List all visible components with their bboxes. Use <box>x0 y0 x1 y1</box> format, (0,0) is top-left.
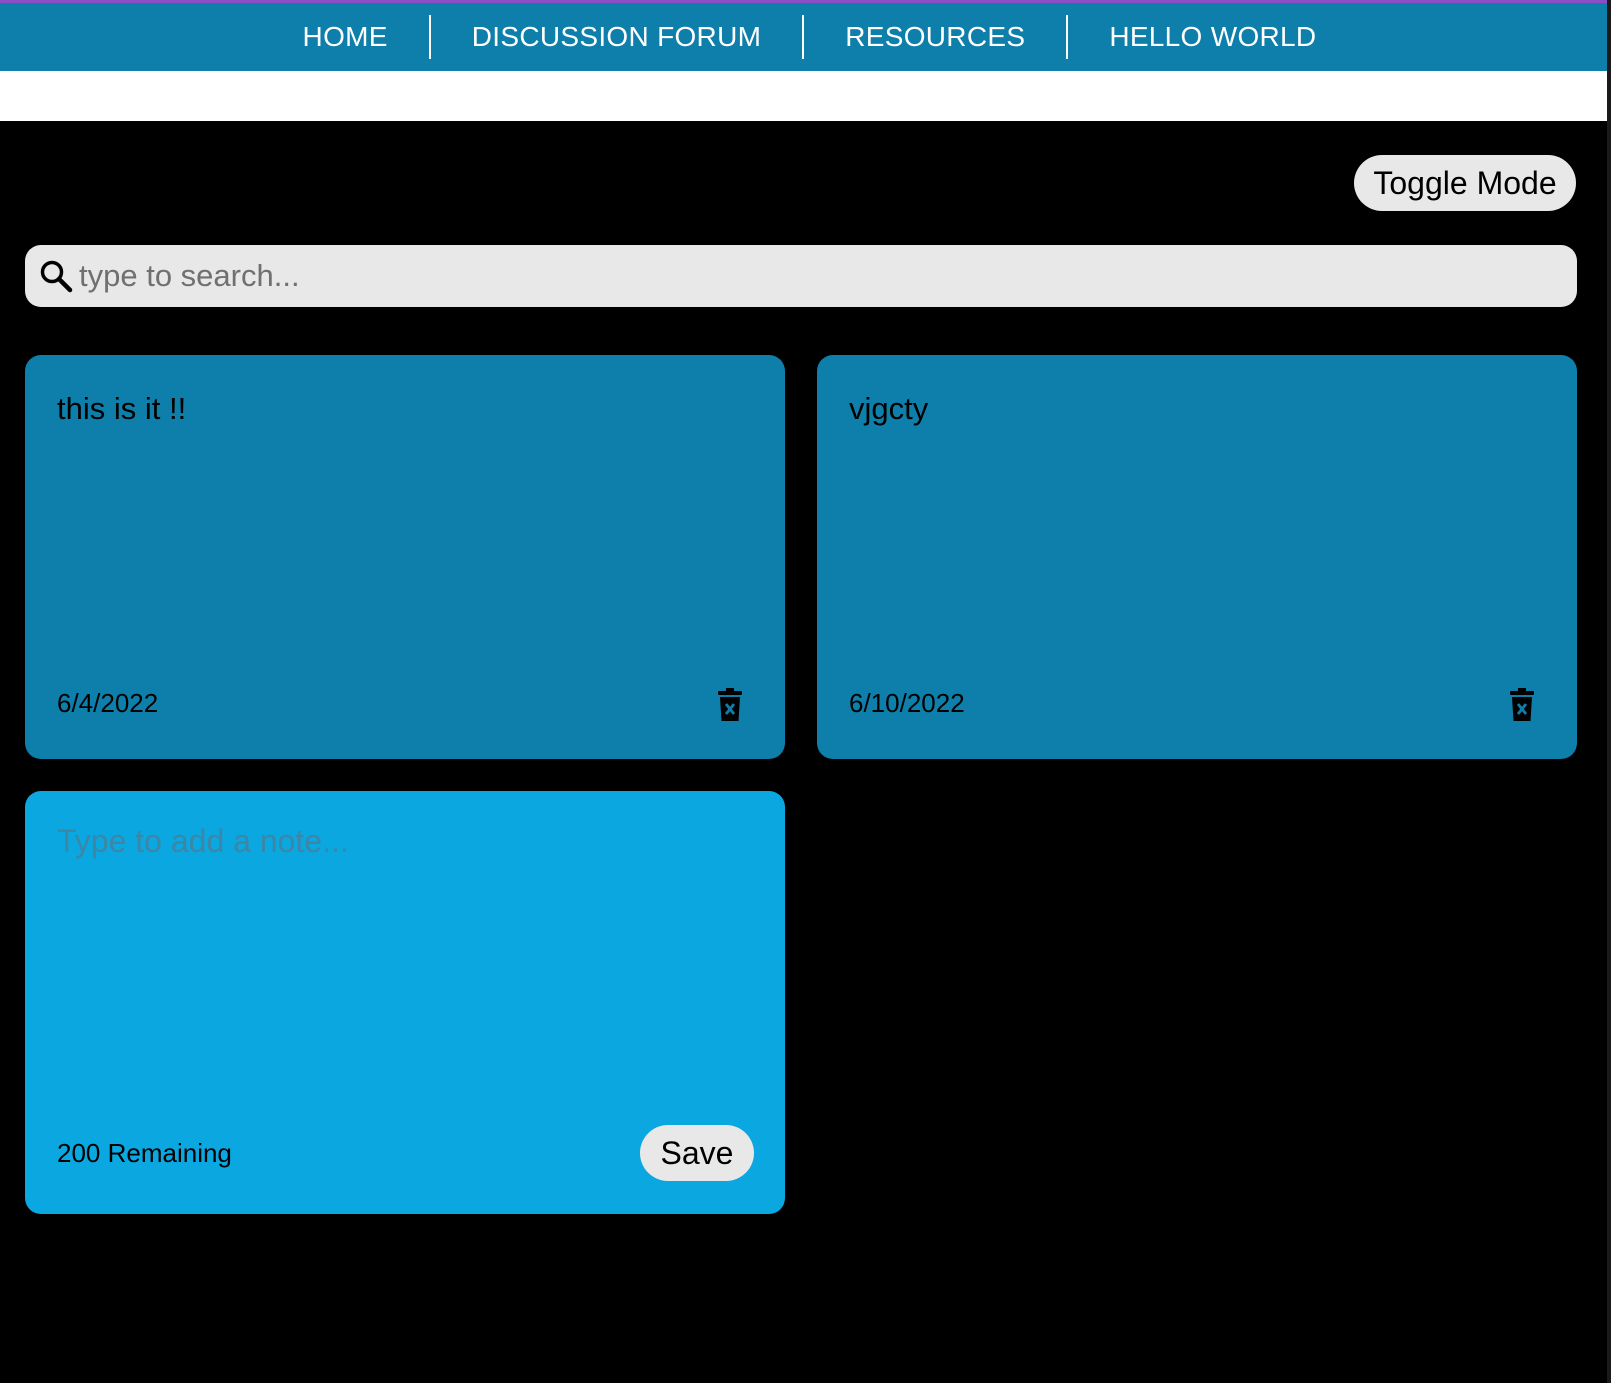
nav-item-hello-world[interactable]: HELLO WORLD <box>1068 15 1357 59</box>
note-card: this is it !! 6/4/2022 <box>25 355 785 759</box>
new-note-card: 200 Remaining Save <box>25 791 785 1214</box>
top-navbar: HOME DISCUSSION FORUM RESOURCES HELLO WO… <box>0 3 1607 71</box>
note-date: 6/4/2022 <box>57 688 159 718</box>
search-bar <box>25 245 1577 307</box>
save-button[interactable]: Save <box>640 1125 754 1181</box>
nav-item-home[interactable]: HOME <box>262 15 429 59</box>
characters-remaining: 200 Remaining <box>57 1138 232 1168</box>
header-spacer <box>0 71 1607 121</box>
trash-icon[interactable] <box>717 688 743 722</box>
search-input[interactable] <box>79 245 1559 307</box>
note-card: vjgcty 6/10/2022 <box>817 355 1577 759</box>
note-date: 6/10/2022 <box>849 688 965 718</box>
nav-item-resources[interactable]: RESOURCES <box>804 15 1066 59</box>
nav-list: HOME DISCUSSION FORUM RESOURCES HELLO WO… <box>0 3 1607 71</box>
notes-app-page: HOME DISCUSSION FORUM RESOURCES HELLO WO… <box>0 0 1611 1383</box>
toggle-mode-button[interactable]: Toggle Mode <box>1354 155 1576 211</box>
nav-item-discussion-forum[interactable]: DISCUSSION FORUM <box>431 15 802 59</box>
note-text: vjgcty <box>849 391 929 426</box>
new-note-textarea[interactable] <box>57 823 747 1103</box>
window-edge <box>1607 0 1611 1383</box>
note-text: this is it !! <box>57 391 187 426</box>
trash-icon[interactable] <box>1509 688 1535 722</box>
search-icon <box>40 260 73 293</box>
